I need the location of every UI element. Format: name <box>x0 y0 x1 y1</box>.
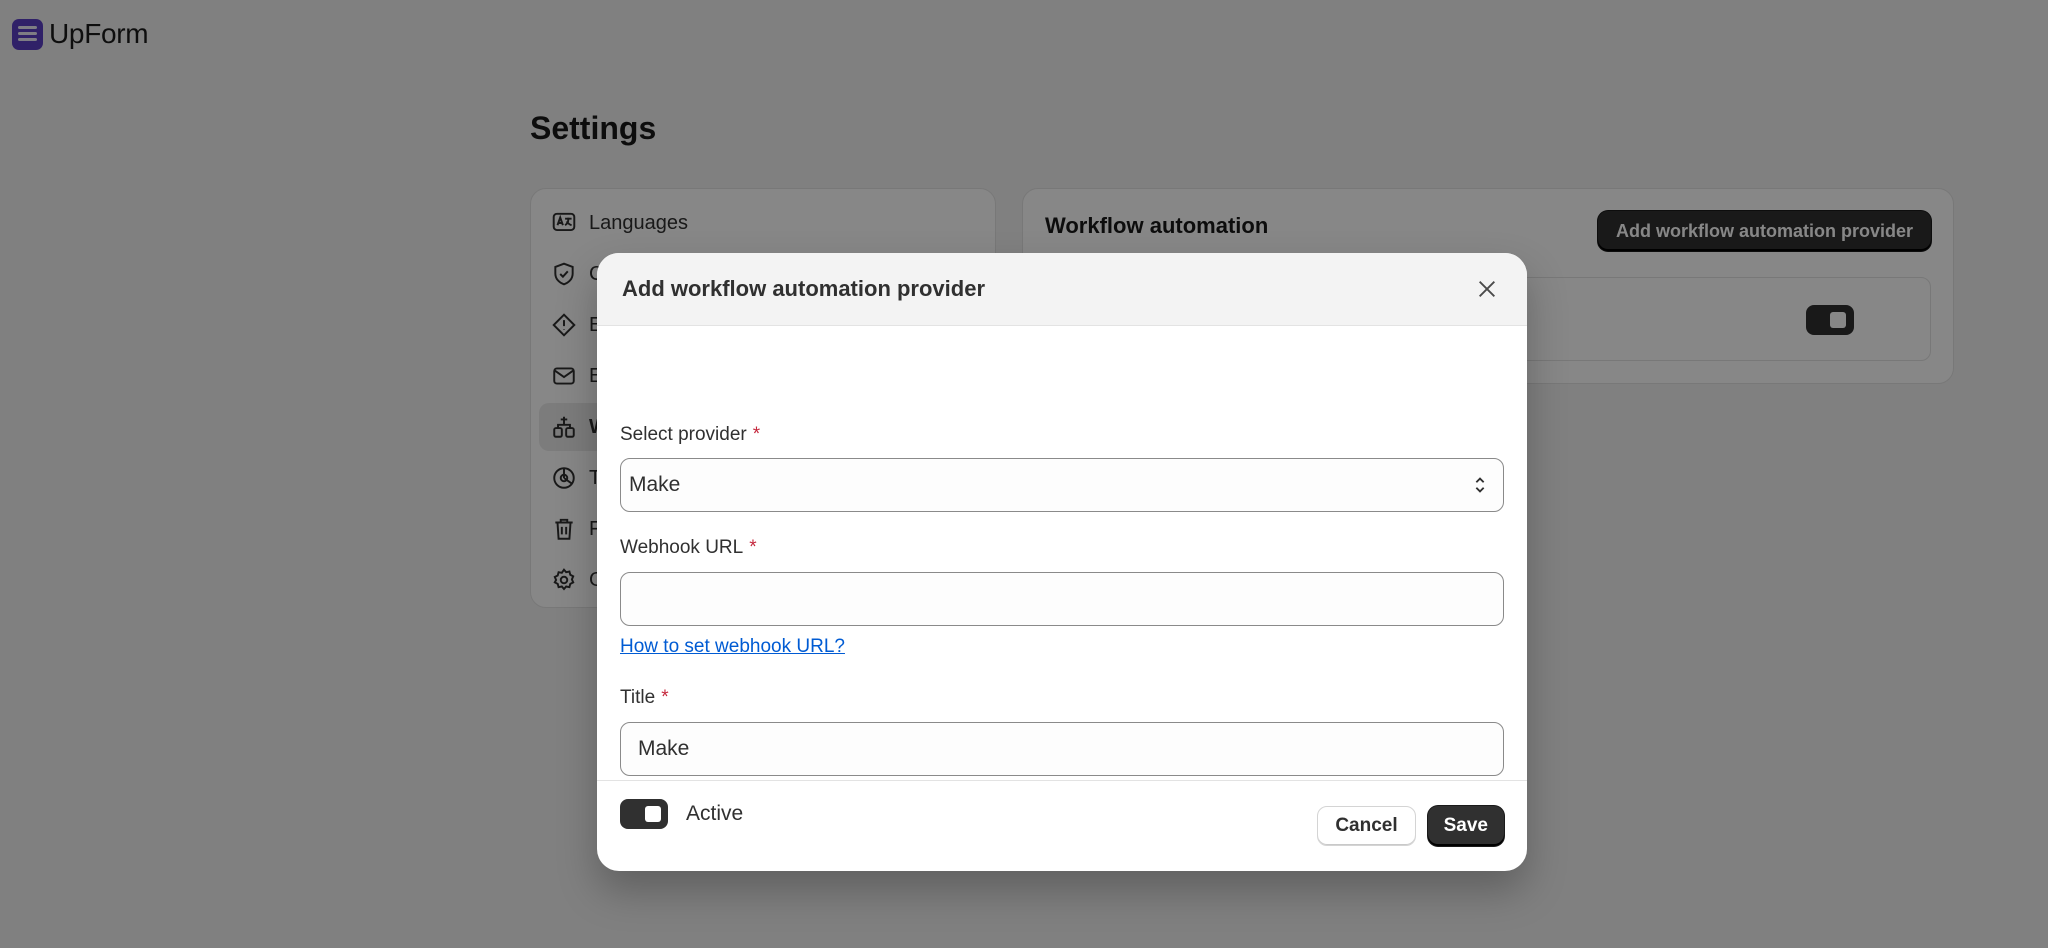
provider-select[interactable]: Make <box>620 458 1504 512</box>
webhook-url-label: Webhook URL * <box>620 537 757 558</box>
cancel-button[interactable]: Cancel <box>1317 806 1416 846</box>
title-label: Title * <box>620 687 669 708</box>
required-marker: * <box>752 424 761 445</box>
chevron-up-down-icon <box>1475 477 1485 493</box>
required-marker: * <box>661 687 669 708</box>
modal-header: Add workflow automation provider <box>597 253 1527 326</box>
close-icon <box>1479 281 1495 297</box>
add-provider-modal: Add workflow automation provider Select … <box>597 253 1527 871</box>
provider-select-value: Make <box>629 473 681 496</box>
webhook-help-link[interactable]: How to set webhook URL? <box>620 636 845 658</box>
select-provider-label: Select provider * <box>620 424 761 445</box>
required-marker: * <box>749 537 757 558</box>
modal-body: Select provider * Make Webhook URL * How t… <box>597 326 1527 829</box>
close-button[interactable] <box>1469 271 1505 307</box>
modal-title: Add workflow automation provider <box>622 276 986 301</box>
webhook-url-input[interactable] <box>620 572 1504 626</box>
modal-footer: Cancel Save <box>597 780 1527 871</box>
save-button[interactable]: Save <box>1427 806 1504 846</box>
title-input[interactable]: Make <box>620 722 1504 776</box>
